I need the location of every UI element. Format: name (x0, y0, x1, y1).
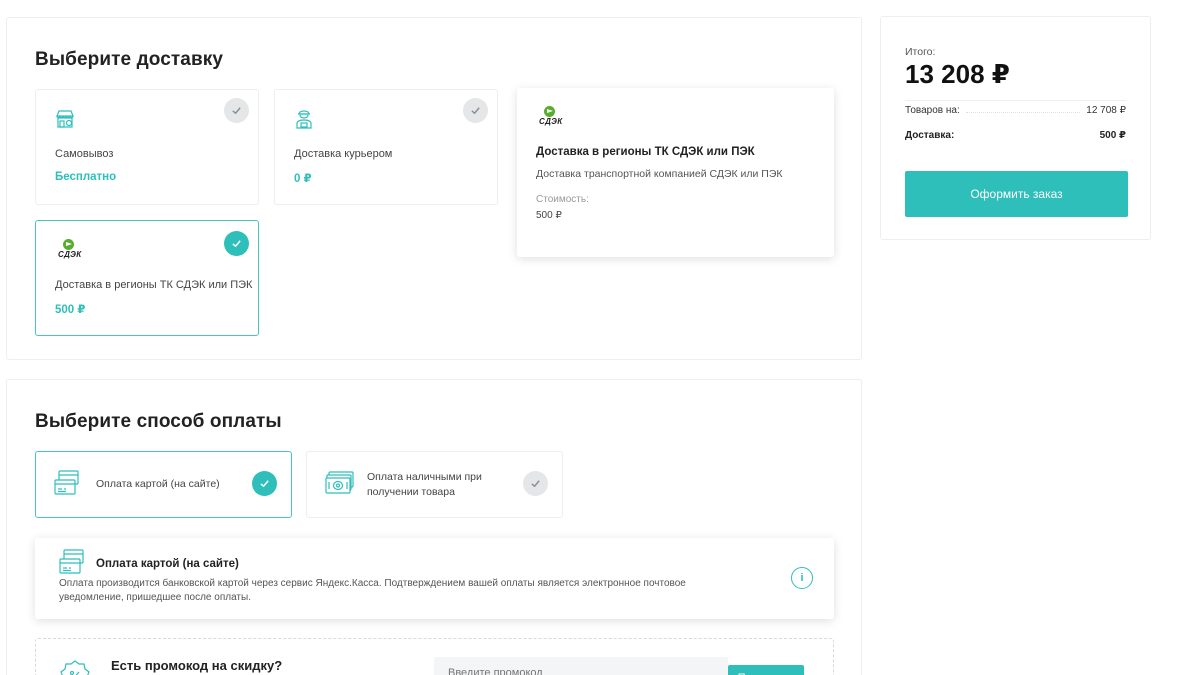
credit-card-icon (54, 470, 79, 495)
payment-cash-label: Оплата наличными при получении товара (367, 471, 482, 498)
credit-card-icon (59, 549, 84, 574)
payment-card-check-icon[interactable] (252, 471, 277, 496)
total-label: Итого: (905, 46, 936, 58)
promo-title: Есть промокод на скидку? (111, 658, 283, 673)
delivery-cdek-label: Доставка в регионы ТК СДЭК или ПЭК (55, 279, 253, 291)
delivery-title: Выберите доставку (35, 49, 223, 70)
payment-detail-card: Оплата картой (на сайте) Оплата производ… (35, 538, 834, 619)
cdek-logo: СДЭК (56, 239, 86, 261)
delivery-detail-card: СДЭК Доставка в регионы ТК СДЭК или ПЭК … (517, 88, 834, 257)
delivery-pickup-check-icon[interactable] (224, 98, 249, 123)
delivery-cost-value: 500 ₽ (1099, 130, 1126, 141)
promo-apply-button[interactable]: Применить (728, 665, 804, 675)
delivery-option-courier[interactable]: Доставка курьером 0 ₽ (274, 89, 498, 205)
delivery-cost-label: Доставка: (905, 130, 955, 141)
payment-card-label: Оплата картой (на сайте) (96, 478, 220, 490)
promo-section: Есть промокод на скидку? Применить (35, 638, 834, 675)
cash-icon (325, 471, 354, 494)
delivery-detail-description: Доставка транспортной компанией СДЭК или… (536, 168, 783, 180)
place-order-button[interactable]: Оформить заказ (905, 171, 1128, 217)
delivery-detail-cost-value: 500 ₽ (536, 210, 562, 221)
promo-input[interactable] (434, 657, 728, 675)
payment-panel: Выберите способ оплаты Оплата картой (на… (6, 379, 862, 675)
delivery-cdek-price: 500 ₽ (55, 304, 86, 316)
payment-option-card[interactable]: Оплата картой (на сайте) (35, 451, 292, 518)
delivery-detail-cost-label: Стоимость: (536, 194, 589, 205)
goods-value: 12 708 ₽ (1086, 105, 1126, 116)
goods-row: Товаров на: 12 708 ₽ (905, 105, 1126, 116)
info-icon[interactable]: i (791, 567, 813, 589)
delivery-courier-check-icon[interactable] (463, 98, 488, 123)
payment-title: Выберите способ оплаты (35, 411, 282, 432)
payment-detail-title: Оплата картой (на сайте) (96, 558, 239, 570)
delivery-detail-title: Доставка в регионы ТК СДЭК или ПЭК (536, 146, 755, 158)
total-value: 13 208 ₽ (905, 59, 1010, 89)
delivery-panel: Выберите доставку Самовывоз Бесплатно До… (6, 17, 862, 360)
payment-option-cash[interactable]: Оплата наличными при получении товара (306, 451, 563, 518)
goods-label: Товаров на: (905, 105, 960, 116)
courier-icon (296, 110, 312, 129)
delivery-courier-label: Доставка курьером (294, 148, 393, 160)
delivery-option-pickup[interactable]: Самовывоз Бесплатно (35, 89, 259, 205)
discount-badge-icon (60, 660, 90, 675)
delivery-row: Доставка: 500 ₽ (905, 130, 1126, 141)
store-pickup-icon (56, 110, 74, 128)
payment-cash-check-icon[interactable] (523, 471, 548, 496)
delivery-option-cdek[interactable]: СДЭК Доставка в регионы ТК СДЭК или ПЭК … (35, 220, 259, 336)
delivery-pickup-label: Самовывоз (55, 148, 114, 160)
delivery-cdek-check-icon[interactable] (224, 231, 249, 256)
order-summary-panel: Итого: 13 208 ₽ Товаров на: 12 708 ₽ Дос… (880, 16, 1151, 240)
delivery-pickup-price: Бесплатно (55, 171, 117, 183)
payment-detail-description: Оплата производится банковской картой че… (59, 578, 686, 603)
cdek-logo: СДЭК (537, 106, 567, 128)
delivery-courier-price: 0 ₽ (294, 173, 312, 185)
